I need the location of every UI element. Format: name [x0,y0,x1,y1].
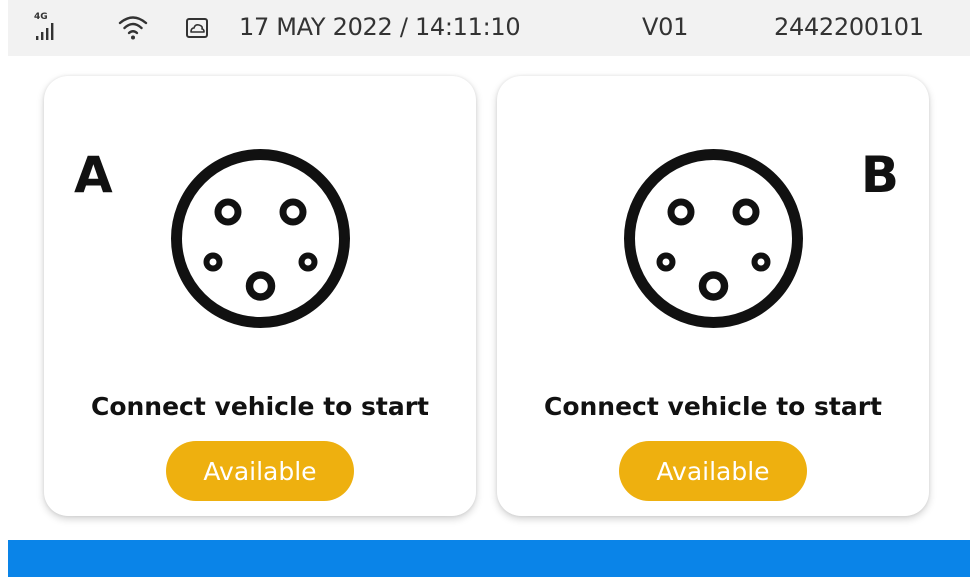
connector-card-a[interactable]: A Connect vehicle to start Available [44,76,476,516]
connector-message: Connect vehicle to start [90,392,430,421]
type2-connector-icon [624,149,803,328]
status-badge: Available [166,441,354,501]
connector-card-b[interactable]: B Connect vehicle to start Available [497,76,929,516]
type2-connector-icon [171,149,350,328]
wifi-icon [118,16,148,40]
status-bar: 4G 17 MAY 2022 / 14:11:10 V01 2442200101 [8,0,970,56]
connector-letter: A [74,146,113,204]
cloud-icon [186,18,208,38]
connector-message: Connect vehicle to start [543,392,883,421]
version-label: V01 [642,13,689,41]
datetime-label: 17 MAY 2022 / 14:11:10 [239,13,521,41]
device-id-label: 2442200101 [774,13,924,41]
connector-letter: B [860,146,899,204]
connector-panel: A Connect vehicle to start Available B C… [8,56,970,540]
svg-text:4G: 4G [34,12,48,22]
bottom-bar [8,540,970,577]
cellular-signal-icon: 4G [34,12,54,40]
status-badge: Available [619,441,807,501]
